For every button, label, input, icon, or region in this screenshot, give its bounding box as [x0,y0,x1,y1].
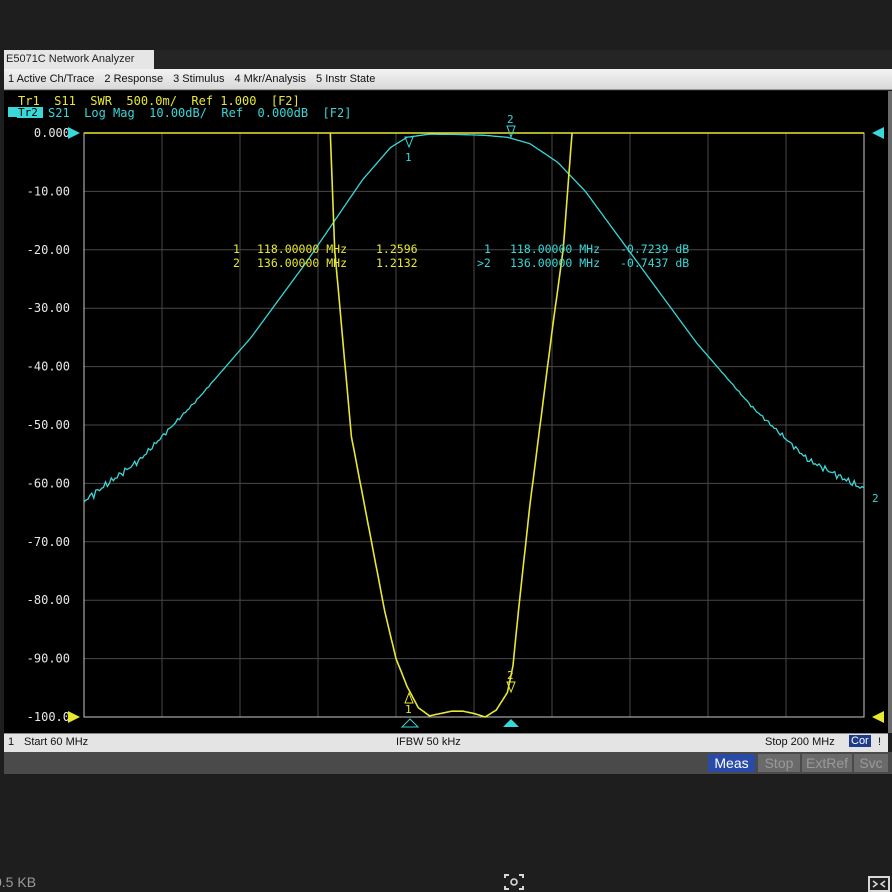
tr2-badge: Tr2 [18,106,38,119]
menu-active-ch-trace[interactable]: 1 Active Ch/Trace [4,73,100,85]
s11-marker-2-label: 2 [507,669,514,682]
stimulus-marker-1 [400,718,420,728]
y-axis-label: 0.000 [34,126,70,140]
svc-button[interactable]: Svc [854,754,888,772]
s21-marker-1-label: 1 [405,151,412,164]
analyzer-display[interactable]: Tr1 S11 SWR 500.0m/ Ref 1.000 [F2] Tr2 S… [4,91,888,733]
tr1-marker2-num: 2 [233,256,240,270]
file-size: 0.5 KB [0,874,37,890]
s21-marker-2-label: 2 [507,113,514,126]
y-axis-label: -60.00 [27,476,70,490]
menu-stimulus[interactable]: 3 Stimulus [169,73,230,85]
tr1-marker1-num: 1 [233,242,240,256]
tr1-ref-pointer-right [872,711,884,723]
tr2-marker1-num: 1 [484,242,491,256]
tr2-marker-readout: 1 118.00000 MHz -0.7239 dB >2 136.00000 … [477,242,689,270]
tr2-active-marker [8,107,18,117]
y-axis-label: -50.00 [27,418,70,432]
tr1-marker1-freq: 118.00000 MHz [257,242,347,256]
title-band [154,50,892,69]
expand-icon[interactable] [868,876,890,892]
window-title: E5071C Network Analyzer [4,50,154,69]
tr2-ref-pointer-left [68,127,80,139]
y-axis-label: -90.00 [27,652,70,666]
y-axis-label: -30.00 [27,301,70,315]
y-axis-label: -10.00 [27,184,70,198]
y-axis-labels: 0.000 -10.00 -20.00 -30.00 -40.00 -50.00 -60.0… [27,126,70,724]
tr2-marker2-value: -0.7437 dB [620,256,689,270]
softkey-bar: Meas Stop ExtRef Svc [4,752,892,774]
tr1-marker2-value: 1.2132 [376,256,418,270]
extref-button[interactable]: ExtRef [802,754,852,772]
ifbw[interactable]: IFBW 50 kHz [396,736,461,748]
tr2-marker2-num: >2 [477,256,491,270]
y-axis-label: -80.00 [27,593,70,607]
status-bar: 1 Start 60 MHz IFBW 50 kHz Stop 200 MHz … [4,733,888,752]
menu-response[interactable]: 2 Response [100,73,169,85]
grid [83,132,865,718]
tr1-marker1-value: 1.2596 [376,242,418,256]
tr1-ref-pointer-left [68,711,80,723]
y-axis-label: -70.00 [27,535,70,549]
status-tail: ! [878,736,882,748]
stop-button[interactable]: Stop [758,754,800,772]
tr2-marker1-freq: 118.00000 MHz [510,242,600,256]
start-frequency[interactable]: Start 60 MHz [24,736,88,748]
tr2-marker2-freq: 136.00000 MHz [510,256,600,270]
tr2-marker1-value: -0.7239 dB [620,242,689,256]
tr1-marker-readout: 1 118.00000 MHz 1.2596 2 136.00000 MHz 1… [233,242,418,270]
tr2-ref-pointer-right [872,127,884,139]
meas-button[interactable]: Meas [708,754,755,772]
y-axis-label: -40.00 [27,360,70,374]
menu-mkr-analysis[interactable]: 4 Mkr/Analysis [230,73,312,85]
stop-frequency[interactable]: Stop 200 MHz [765,736,835,748]
cor-indicator: Cor [849,735,871,747]
window-edge [888,91,892,733]
channel-number: 1 [8,736,15,748]
menu-bar: 1 Active Ch/Trace 2 Response 3 Stimulus … [4,69,892,90]
tr2-header: S21 Log Mag 10.00dB/ Ref 0.000dB [F2] [48,106,351,120]
screenshot-icon[interactable] [503,873,525,891]
tr2-right-tag: 2 [872,492,879,505]
y-axis-label: -20.00 [27,243,70,257]
trace-plot[interactable]: Tr1 S11 SWR 500.0m/ Ref 1.000 [F2] Tr2 S… [4,91,888,733]
s21-marker-1: 1 [404,136,414,164]
s11-marker-1-label: 1 [405,703,412,716]
tr1-marker2-freq: 136.00000 MHz [257,256,347,270]
stimulus-marker-2 [503,719,519,727]
menu-instr-state[interactable]: 5 Instr State [312,73,381,85]
y-axis-label: -100.0 [27,710,70,724]
